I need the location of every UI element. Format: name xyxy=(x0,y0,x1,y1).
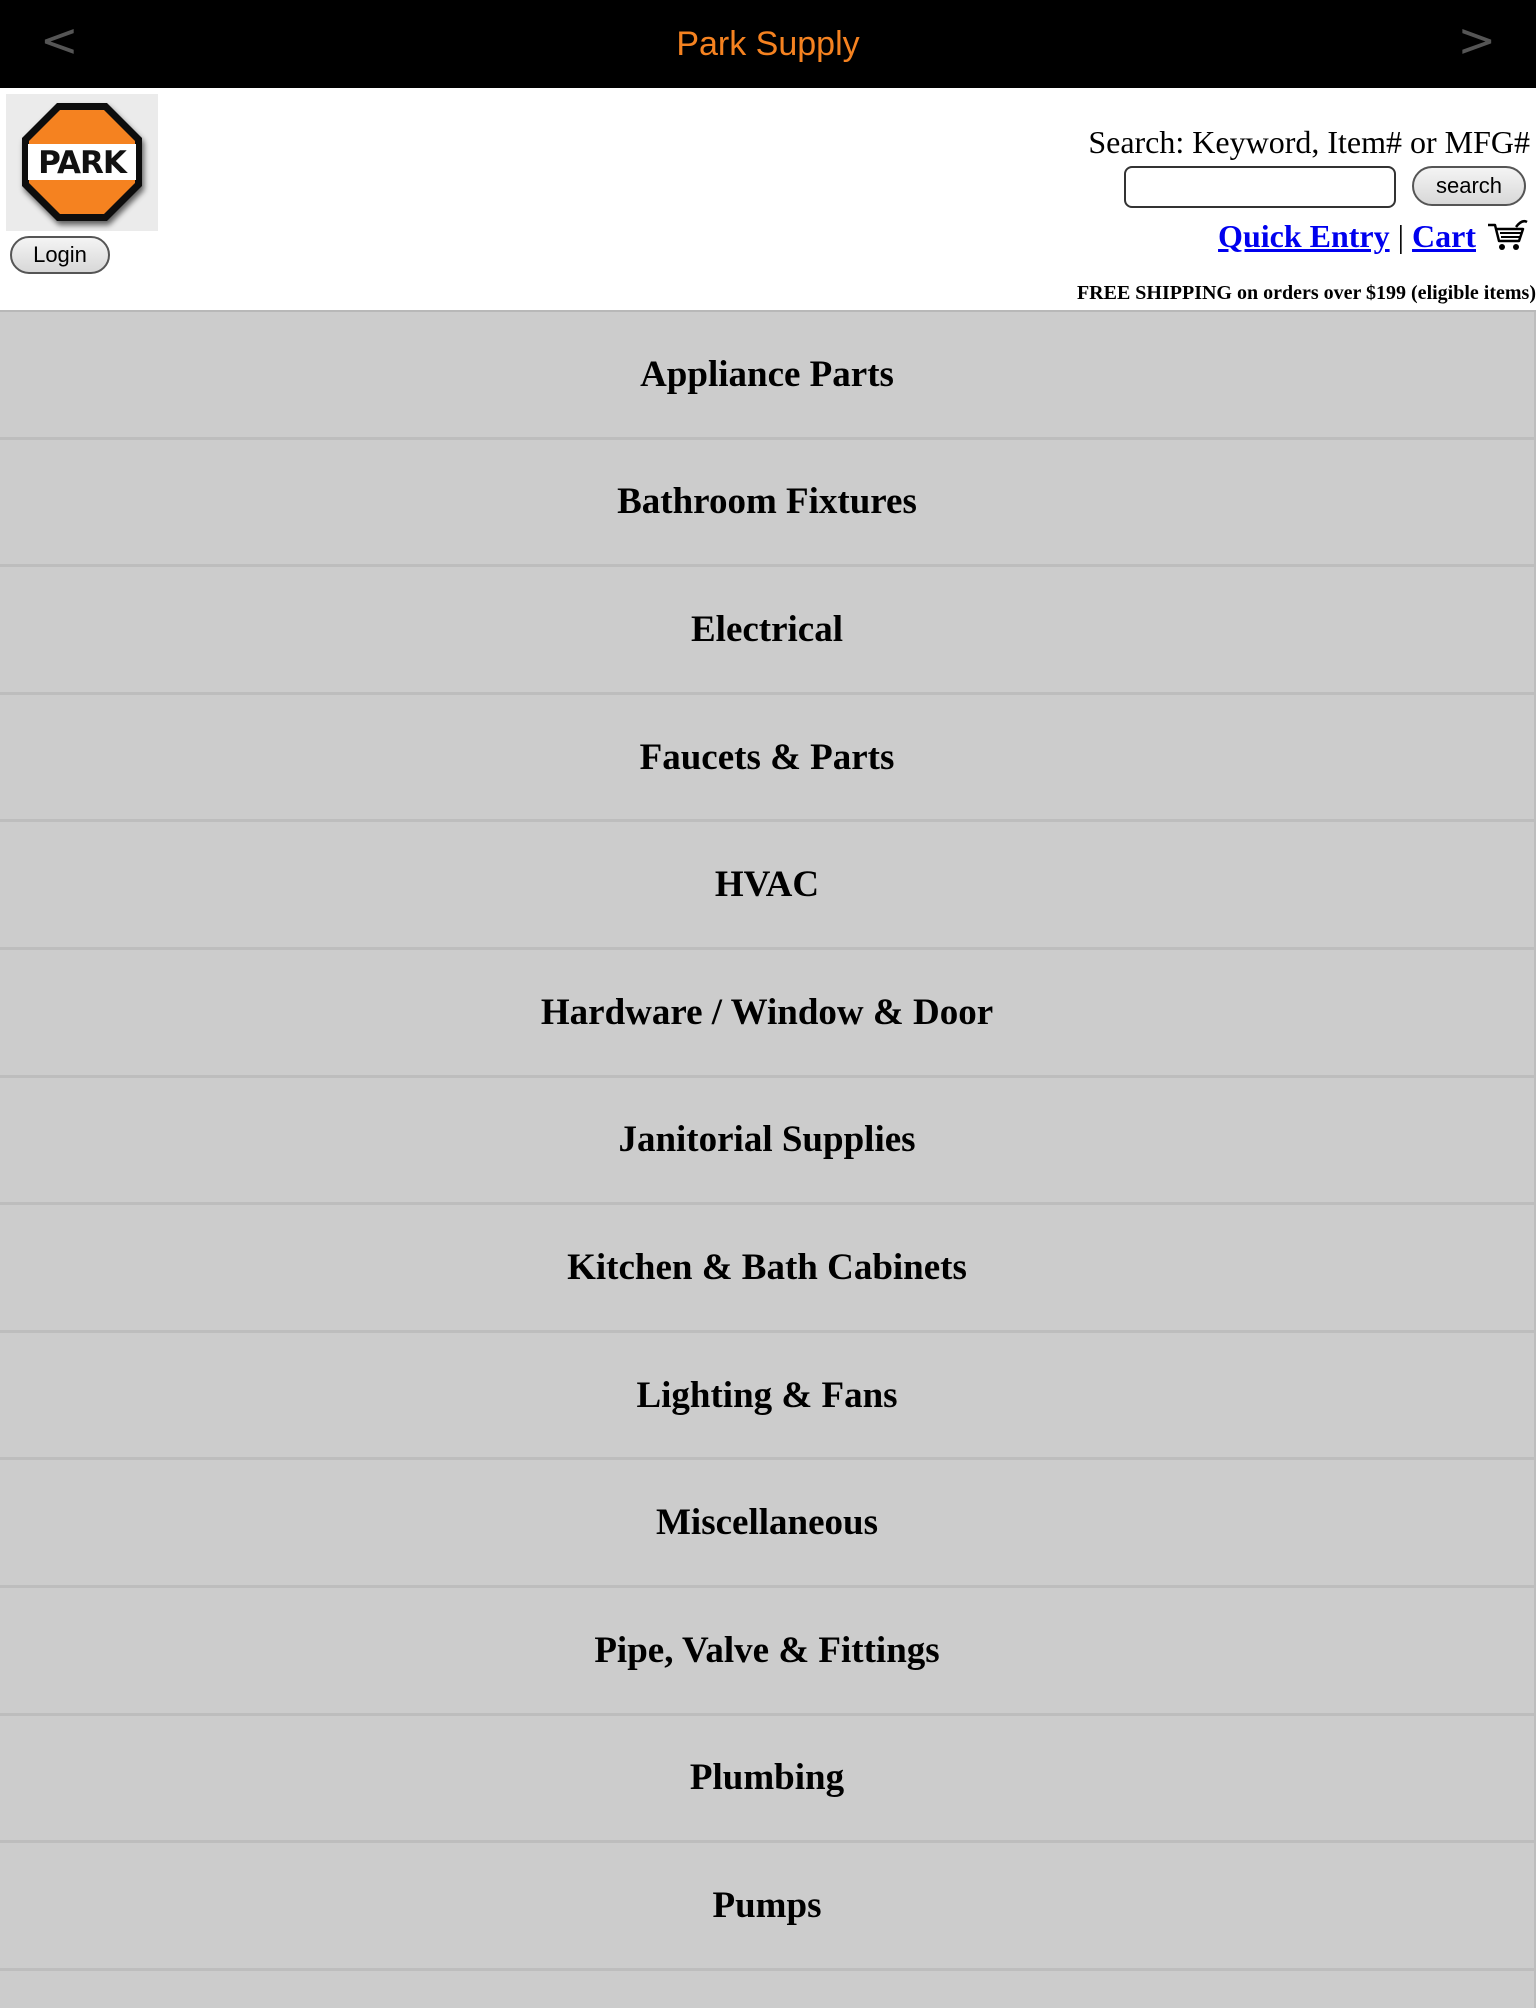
category-miscellaneous[interactable]: Miscellaneous xyxy=(0,1460,1536,1588)
shopping-cart-icon[interactable] xyxy=(1486,219,1528,253)
svg-text:PARK: PARK xyxy=(38,145,128,181)
category-label: Bathroom Fixtures xyxy=(617,481,917,523)
category-label: HVAC xyxy=(714,864,820,906)
cart-link[interactable]: Cart xyxy=(1412,218,1476,255)
category-pumps[interactable]: Pumps xyxy=(0,1843,1536,1971)
search-button[interactable]: search xyxy=(1412,166,1526,206)
search-input[interactable] xyxy=(1124,166,1396,208)
link-separator: | xyxy=(1397,217,1405,254)
category-pipe-valve-fittings[interactable]: Pipe, Valve & Fittings xyxy=(0,1587,1536,1716)
category-hardware-window-door[interactable]: Hardware / Window & Door xyxy=(0,949,1536,1078)
category-kitchen-bath-cabinets[interactable]: Kitchen & Bath Cabinets xyxy=(0,1205,1536,1333)
category-label: Pipe, Valve & Fittings xyxy=(594,1629,940,1671)
category-label: Appliance Parts xyxy=(640,353,894,395)
category-faucets-parts[interactable]: Faucets & Parts xyxy=(0,694,1536,823)
login-button[interactable]: Login xyxy=(10,236,110,274)
category-list: Appliance Parts Bathroom Fixtures Electr… xyxy=(0,312,1536,2008)
header-links: Quick Entry | Cart xyxy=(1218,212,1528,260)
category-lighting-fans[interactable]: Lighting & Fans xyxy=(0,1332,1536,1461)
category-appliance-parts[interactable]: Appliance Parts xyxy=(0,312,1536,440)
category-label: Electrical xyxy=(690,608,844,650)
category-label: Faucets & Parts xyxy=(639,736,895,778)
category-plumbing[interactable]: Plumbing xyxy=(0,1715,1536,1844)
category-janitorial-supplies[interactable]: Janitorial Supplies xyxy=(0,1077,1536,1206)
forward-arrow-icon[interactable]: > xyxy=(1457,10,1496,70)
category-hvac[interactable]: HVAC xyxy=(0,822,1536,950)
category-label: Miscellaneous xyxy=(656,1502,878,1544)
category-next-partial[interactable] xyxy=(0,1970,1536,2008)
free-shipping-note: FREE SHIPPING on orders over $199 (eligi… xyxy=(1076,282,1536,304)
park-logo[interactable]: PARK xyxy=(6,94,158,231)
app-title: Park Supply xyxy=(676,25,860,63)
category-label: Kitchen & Bath Cabinets xyxy=(567,1246,967,1288)
category-label: Pumps xyxy=(712,1884,822,1926)
category-label: Janitorial Supplies xyxy=(618,1119,916,1161)
search-label: Search: Keyword, Item# or MFG# xyxy=(1088,124,1530,160)
category-bathroom-fixtures[interactable]: Bathroom Fixtures xyxy=(0,439,1536,568)
category-electrical[interactable]: Electrical xyxy=(0,567,1536,695)
category-label: Hardware / Window & Door xyxy=(540,991,994,1033)
quick-entry-link[interactable]: Quick Entry xyxy=(1218,218,1390,255)
category-label: Lighting & Fans xyxy=(636,1374,898,1416)
top-nav-bar: < Park Supply > xyxy=(0,0,1536,88)
site-header: PARK Login Search: Keyword, Item# or MFG… xyxy=(0,88,1536,312)
category-label: Plumbing xyxy=(689,1757,845,1799)
